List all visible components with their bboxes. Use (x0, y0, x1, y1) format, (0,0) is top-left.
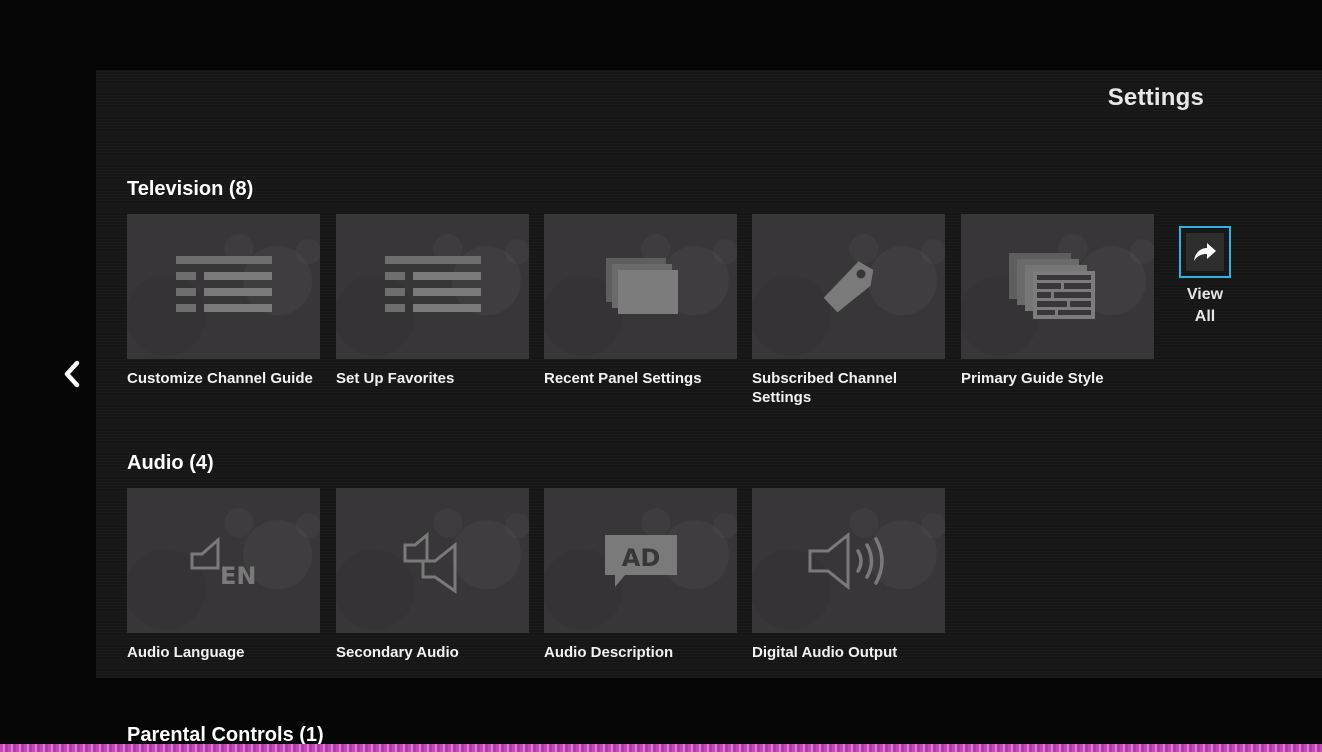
tile-primary-guide-style[interactable]: Primary Guide Style (961, 214, 1154, 388)
tile-label: Customize Channel Guide (127, 370, 313, 387)
tile-thumbnail (752, 214, 945, 359)
tile-thumbnail (127, 214, 320, 359)
tile-label: Audio Description (544, 644, 674, 661)
section-title-television: Television (8) (127, 178, 254, 200)
tile-label: Digital Audio Output (752, 644, 898, 661)
chevron-left-icon (64, 360, 80, 388)
tile-thumbnail: EN (127, 488, 320, 633)
tile-label: Secondary Audio (336, 644, 459, 661)
tile-thumbnail (961, 214, 1154, 359)
tile-thumbnail (544, 214, 737, 359)
speaker-waves-icon (808, 531, 884, 590)
tile-audio-language[interactable]: EN Audio Language (127, 488, 320, 662)
page-title: Settings (1107, 84, 1204, 111)
bottom-artifact-strip (0, 744, 1322, 752)
tile-label: Recent Panel Settings (544, 370, 702, 387)
stacked-panels-icon (605, 257, 678, 314)
view-all-focus-box (1179, 226, 1231, 278)
tile-thumbnail (336, 214, 529, 359)
tile-subscribed-channel-settings[interactable]: Subscribed Channel Settings (752, 214, 945, 407)
tile-label: Set Up Favorites (336, 370, 455, 387)
tile-label: Primary Guide Style (961, 370, 1104, 387)
audio-description-icon: AD (604, 534, 677, 587)
view-all-icon-bg (1186, 233, 1224, 271)
dual-speaker-icon (403, 531, 456, 594)
list-icon (175, 255, 272, 312)
svg-text:AD: AD (621, 544, 660, 572)
tile-label: Subscribed Channel Settings (752, 370, 898, 406)
share-arrow-icon (1194, 243, 1216, 261)
tile-label: Audio Language (127, 644, 245, 661)
tile-audio-description[interactable]: AD Audio Description (544, 488, 737, 662)
view-all-button[interactable]: View All (1174, 226, 1236, 328)
view-all-label: View All (1186, 286, 1224, 325)
speaker-language-icon: EN (190, 536, 256, 590)
back-button[interactable] (56, 352, 88, 396)
tile-digital-audio-output[interactable]: Digital Audio Output (752, 488, 945, 662)
tile-customize-channel-guide[interactable]: Customize Channel Guide (127, 214, 320, 388)
tile-recent-panel-settings[interactable]: Recent Panel Settings (544, 214, 737, 388)
guide-grid-icon (1008, 252, 1095, 319)
section-title-audio: Audio (4) (127, 452, 214, 474)
tile-secondary-audio[interactable]: Secondary Audio (336, 488, 529, 662)
tile-set-up-favorites[interactable]: Set Up Favorites (336, 214, 529, 388)
tile-thumbnail (336, 488, 529, 633)
list-icon (384, 255, 481, 312)
svg-text:EN: EN (220, 562, 256, 590)
tile-thumbnail: AD (544, 488, 737, 633)
tile-thumbnail (752, 488, 945, 633)
tag-icon (823, 260, 873, 312)
